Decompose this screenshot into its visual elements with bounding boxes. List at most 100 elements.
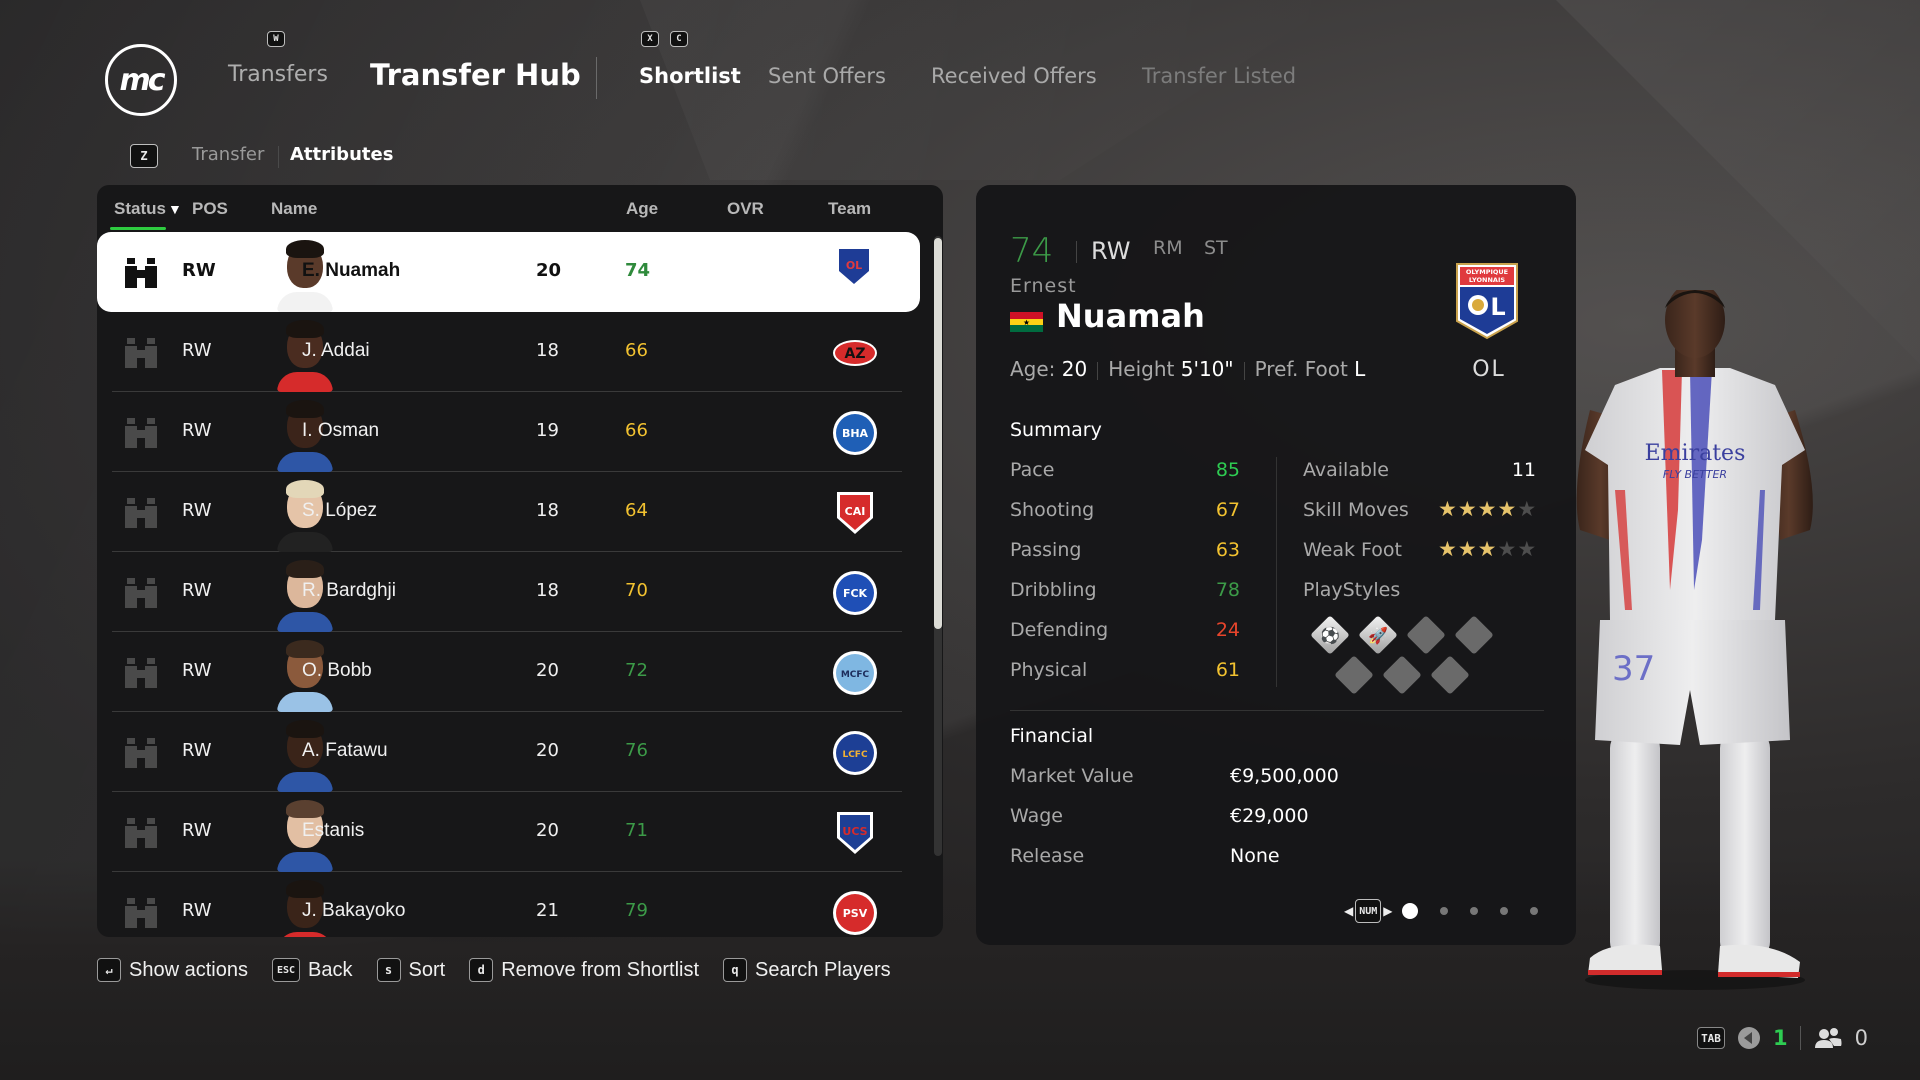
- shortlist-table: Status ▼ POS Name Age OVR Team RW E. Nuam…: [97, 185, 943, 937]
- page-prev-icon[interactable]: ◀: [1344, 904, 1353, 918]
- back-button[interactable]: ESC Back: [271, 958, 353, 982]
- table-row[interactable]: RW J. Bakayoko 21 79 PSV: [112, 872, 902, 937]
- finesse-shot-icon: ⚽: [1320, 625, 1340, 645]
- svg-text:L: L: [1490, 293, 1505, 321]
- player-position: RW: [182, 260, 216, 281]
- page-dot[interactable]: [1440, 907, 1449, 915]
- svg-text:37: 37: [1612, 649, 1655, 689]
- column-status[interactable]: Status ▼: [114, 199, 182, 219]
- stat-label: Defending: [1010, 619, 1109, 641]
- team-crest-icon: PSV: [833, 891, 877, 935]
- playstyle-empty-slot[interactable]: [1430, 655, 1470, 695]
- player-ovr: 66: [625, 420, 648, 441]
- table-row[interactable]: RW R. Bardghji 18 70 FCK: [112, 552, 902, 632]
- financial-value: €29,000: [1230, 805, 1309, 827]
- player-name: E. Nuamah: [302, 260, 401, 281]
- rapid-icon: 🚀: [1368, 625, 1388, 645]
- show-actions-button[interactable]: ↵ Show actions: [97, 958, 248, 982]
- skill-moves-label: Skill Moves: [1303, 499, 1409, 521]
- playstyle-empty-slot[interactable]: [1382, 655, 1422, 695]
- svg-text:CAI: CAI: [845, 505, 866, 518]
- section-divider: [1010, 710, 1544, 711]
- sort-button[interactable]: s Sort: [376, 958, 445, 982]
- users-icon: [1814, 1028, 1842, 1048]
- d-keycap: d: [469, 958, 494, 982]
- nav-divider: [596, 57, 597, 99]
- page-indicator[interactable]: ◀ NUM ▶: [1344, 899, 1539, 923]
- skill-moves-rating: ★★★★★: [1438, 497, 1537, 521]
- binoculars-icon[interactable]: [124, 898, 158, 928]
- playstyle-icon[interactable]: 🚀: [1358, 615, 1398, 655]
- tab-keycap: TAB: [1697, 1027, 1725, 1049]
- column-divider: [1276, 457, 1277, 687]
- binoculars-icon[interactable]: [124, 738, 158, 768]
- alt-position: RM: [1153, 237, 1183, 259]
- player-last-name: Nuamah: [1056, 297, 1205, 335]
- scrollbar-thumb[interactable]: [934, 238, 942, 629]
- player-age: 18: [536, 580, 559, 601]
- binoculars-icon[interactable]: [124, 258, 158, 288]
- star-filled-icon: ★: [1477, 537, 1498, 561]
- financial-label: Market Value: [1010, 765, 1134, 787]
- subnav-transfer[interactable]: Transfer: [192, 144, 264, 165]
- table-row[interactable]: RW S. López 18 64 CAI: [112, 472, 902, 552]
- financial-title: Financial: [1010, 725, 1094, 747]
- column-team[interactable]: Team: [828, 199, 871, 219]
- player-age: 18: [536, 340, 559, 361]
- playstyle-empty-slot[interactable]: [1406, 615, 1446, 655]
- binoculars-icon[interactable]: [124, 418, 158, 448]
- notification-count: 1: [1773, 1026, 1788, 1050]
- binoculars-icon[interactable]: [124, 818, 158, 848]
- player-first-name: Ernest: [1010, 275, 1077, 297]
- binoculars-icon[interactable]: [124, 578, 158, 608]
- nav-transfers[interactable]: Transfers: [228, 62, 328, 87]
- svg-text:MCFC: MCFC: [841, 670, 870, 680]
- page-dot[interactable]: [1500, 907, 1509, 915]
- table-row[interactable]: RW E. Nuamah 20 74 OL: [97, 232, 920, 312]
- stat-label: Shooting: [1010, 499, 1095, 521]
- player-ovr: 70: [625, 580, 648, 601]
- action-bar: ↵ Show actions ESC Back s Sort d Remove from…: [97, 955, 891, 985]
- player-3d-model: 37 Emirates FLY BETTER: [1576, 290, 1813, 990]
- summary-title: Summary: [1010, 419, 1102, 441]
- tab-transfer-listed[interactable]: Transfer Listed: [1142, 64, 1296, 88]
- column-name[interactable]: Name: [271, 199, 317, 219]
- binoculars-icon[interactable]: [124, 338, 158, 368]
- column-age[interactable]: Age: [626, 199, 658, 219]
- column-pos[interactable]: POS: [192, 199, 228, 219]
- table-row[interactable]: RW O. Bobb 20 72 MCFC: [112, 632, 902, 712]
- column-ovr[interactable]: OVR: [727, 199, 764, 219]
- binoculars-icon[interactable]: [124, 658, 158, 688]
- table-row[interactable]: RW J. Addai 18 66 AZ: [112, 312, 902, 392]
- player-position: RW: [182, 420, 212, 441]
- player-name: O. Bobb: [302, 660, 372, 681]
- page-dot[interactable]: [1402, 903, 1419, 919]
- stat-label: Pace: [1010, 459, 1055, 481]
- sort-desc-icon: ▼: [167, 201, 182, 217]
- binoculars-icon[interactable]: [124, 498, 158, 528]
- tab-received-offers[interactable]: Received Offers: [931, 64, 1097, 88]
- tab-shortlist[interactable]: Shortlist: [639, 64, 741, 88]
- svg-text:OLYMPIQUE: OLYMPIQUE: [1466, 268, 1508, 276]
- player-name: S. López: [302, 500, 377, 521]
- playstyle-empty-slot[interactable]: [1334, 655, 1374, 695]
- playstyle-empty-slot[interactable]: [1454, 615, 1494, 655]
- stat-value: 85: [1215, 459, 1240, 481]
- page-dot[interactable]: [1530, 907, 1539, 915]
- svg-text:LYONNAIS: LYONNAIS: [1469, 276, 1505, 284]
- table-row[interactable]: RW I. Osman 19 66 BHA: [112, 392, 902, 472]
- playstyle-icon[interactable]: ⚽: [1310, 615, 1350, 655]
- player-name: A. Fatawu: [302, 740, 388, 761]
- page-title: Transfer Hub: [370, 58, 581, 92]
- player-age: 19: [536, 420, 559, 441]
- remove-from-shortlist-button[interactable]: d Remove from Shortlist: [469, 958, 699, 982]
- team-crest-icon: OL: [836, 246, 872, 288]
- tab-sent-offers[interactable]: Sent Offers: [768, 64, 886, 88]
- page-dot[interactable]: [1470, 907, 1479, 915]
- search-players-button[interactable]: q Search Players: [723, 958, 891, 982]
- star-empty-icon: ★: [1497, 537, 1518, 561]
- table-row[interactable]: RW A. Fatawu 20 76 LCFC: [112, 712, 902, 792]
- table-row[interactable]: RW Estanis 20 71 UCS: [112, 792, 902, 872]
- page-next-icon[interactable]: ▶: [1383, 904, 1392, 918]
- subnav-attributes[interactable]: Attributes: [290, 144, 393, 165]
